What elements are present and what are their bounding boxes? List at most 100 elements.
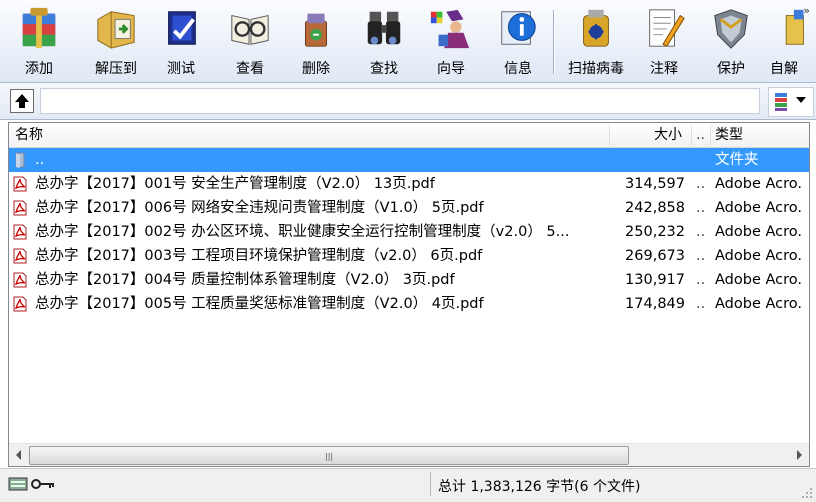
add-archive-icon (22, 7, 56, 49)
info-button[interactable]: 信息 (487, 4, 549, 78)
list-item[interactable]: 总办字【2017】003号 工程项目环境保护管理制度（v2.0） 6页.pdf … (9, 244, 809, 268)
up-folder-button[interactable] (10, 89, 34, 113)
file-type: Adobe Acro. (715, 200, 802, 216)
wizard-label: 向导 (437, 61, 465, 77)
list-item-parent-folder[interactable]: .. 文件夹 (9, 148, 809, 172)
file-name: 总办字【2017】004号 质量控制体系管理制度（V2.0） 3页.pdf (35, 272, 455, 288)
comment-button[interactable]: 注释 (633, 4, 695, 78)
extract-button[interactable]: 解压到 (85, 4, 147, 78)
file-name: 总办字【2017】002号 办公区环境、职业健康安全运行控制管理制度（v2.0）… (35, 224, 570, 240)
view-label: 查看 (236, 61, 264, 77)
scrollbar-grip: ||| (325, 452, 334, 461)
list-item[interactable]: 总办字【2017】005号 工程质量奖惩标准管理制度（V2.0） 4页.pdf … (9, 292, 809, 316)
pdf-icon (13, 224, 27, 240)
scroll-left-icon[interactable] (10, 444, 28, 466)
file-size: 250,232 (625, 224, 685, 240)
file-date: .. (696, 224, 706, 240)
virus-scan-icon (583, 9, 609, 47)
wizard-button[interactable]: 向导 (420, 4, 482, 78)
scrollbar-thumb[interactable]: ||| (29, 446, 629, 465)
test-icon (168, 11, 196, 45)
view-mode-dropdown[interactable] (768, 87, 814, 117)
column-header: 名称 大小 .. 类型 (9, 123, 809, 148)
path-field[interactable] (40, 88, 760, 114)
toolbar: 添加 解压到 测试 查看 删除 查找 向导 信息 扫描病毒 注释 保护 自解 » (0, 0, 816, 83)
resize-grip-icon[interactable] (801, 487, 813, 499)
sfx-label: 自解 (770, 61, 798, 77)
view-icon (231, 14, 269, 45)
column-date[interactable]: .. (696, 123, 705, 147)
address-bar (0, 83, 816, 120)
comment-icon (649, 9, 685, 47)
info-icon (501, 11, 536, 45)
column-divider[interactable] (691, 125, 692, 145)
status-bar: 总计 1,383,126 字节(6 个文件) (0, 468, 816, 502)
test-button[interactable]: 测试 (150, 4, 212, 78)
file-type: Adobe Acro. (715, 224, 802, 240)
file-type: Adobe Acro. (715, 272, 802, 288)
column-size[interactable]: 大小 (654, 123, 682, 147)
comment-label: 注释 (650, 61, 678, 77)
pdf-icon (13, 248, 27, 264)
add-label: 添加 (25, 61, 53, 77)
column-name[interactable]: 名称 (15, 123, 43, 147)
column-divider[interactable] (710, 125, 711, 145)
column-divider[interactable] (609, 125, 610, 145)
status-summary: 总计 1,383,126 字节(6 个文件) (438, 479, 641, 495)
file-size: 314,597 (625, 176, 685, 192)
file-name: 总办字【2017】003号 工程项目环境保护管理制度（v2.0） 6页.pdf (35, 248, 483, 264)
file-name: 总办字【2017】005号 工程质量奖惩标准管理制度（V2.0） 4页.pdf (35, 296, 484, 312)
file-size: 242,858 (625, 200, 685, 216)
delete-icon (305, 13, 327, 47)
up-arrow-icon (15, 94, 29, 108)
chevron-down-icon (796, 97, 806, 103)
list-item[interactable]: 总办字【2017】001号 安全生产管理制度（V2.0） 13页.pdf 314… (9, 172, 809, 196)
scroll-right-icon[interactable] (790, 444, 808, 466)
toolbar-separator (553, 10, 554, 74)
delete-label: 删除 (302, 61, 330, 77)
file-list[interactable]: 名称 大小 .. 类型 .. 文件夹 总办字【2017】001号 安全生产管理制… (8, 122, 810, 467)
file-name: .. (35, 152, 45, 168)
extract-label: 解压到 (95, 61, 137, 77)
file-name: 总办字【2017】006号 网络安全违规问责管理制度（V1.0） 5页.pdf (35, 200, 484, 216)
sfx-icon (785, 9, 804, 45)
pdf-icon (13, 176, 27, 192)
pdf-icon (13, 272, 27, 288)
find-label: 查找 (370, 61, 398, 77)
add-button[interactable]: 添加 (8, 4, 70, 78)
toolbar-overflow-chevron-icon[interactable]: » (803, 4, 810, 17)
list-item[interactable]: 总办字【2017】002号 办公区环境、职业健康安全运行控制管理制度（v2.0）… (9, 220, 809, 244)
file-date: .. (696, 200, 706, 216)
file-date: .. (696, 272, 706, 288)
find-icon (367, 11, 401, 45)
file-type: Adobe Acro. (715, 296, 802, 312)
delete-button[interactable]: 删除 (285, 4, 347, 78)
info-label: 信息 (504, 61, 532, 77)
list-item[interactable]: 总办字【2017】004号 质量控制体系管理制度（V2.0） 3页.pdf 13… (9, 268, 809, 292)
virus-scan-label: 扫描病毒 (568, 61, 624, 77)
pdf-icon (13, 200, 27, 216)
virus-scan-button[interactable]: 扫描病毒 (563, 4, 629, 78)
file-type: Adobe Acro. (715, 248, 802, 264)
file-size: 269,673 (625, 248, 685, 264)
protect-button[interactable]: 保护 (700, 4, 762, 78)
protect-label: 保护 (717, 61, 745, 77)
file-type: 文件夹 (715, 152, 759, 168)
test-label: 测试 (167, 61, 195, 77)
list-item[interactable]: 总办字【2017】006号 网络安全违规问责管理制度（V1.0） 5页.pdf … (9, 196, 809, 220)
find-button[interactable]: 查找 (353, 4, 415, 78)
horizontal-scrollbar[interactable]: ||| (9, 443, 809, 466)
file-type: Adobe Acro. (715, 176, 802, 192)
file-name: 总办字【2017】001号 安全生产管理制度（V2.0） 13页.pdf (35, 176, 435, 192)
extract-icon (97, 11, 135, 49)
sfx-button[interactable]: 自解 (764, 4, 804, 78)
file-size: 130,917 (625, 272, 685, 288)
file-date: .. (696, 296, 706, 312)
archive-stack-icon (775, 93, 787, 111)
view-button[interactable]: 查看 (219, 4, 281, 78)
column-type[interactable]: 类型 (715, 123, 743, 147)
wizard-icon (430, 9, 470, 49)
folder-icon (15, 152, 25, 168)
protect-icon (714, 9, 748, 49)
drive-key-icon[interactable] (8, 475, 58, 493)
